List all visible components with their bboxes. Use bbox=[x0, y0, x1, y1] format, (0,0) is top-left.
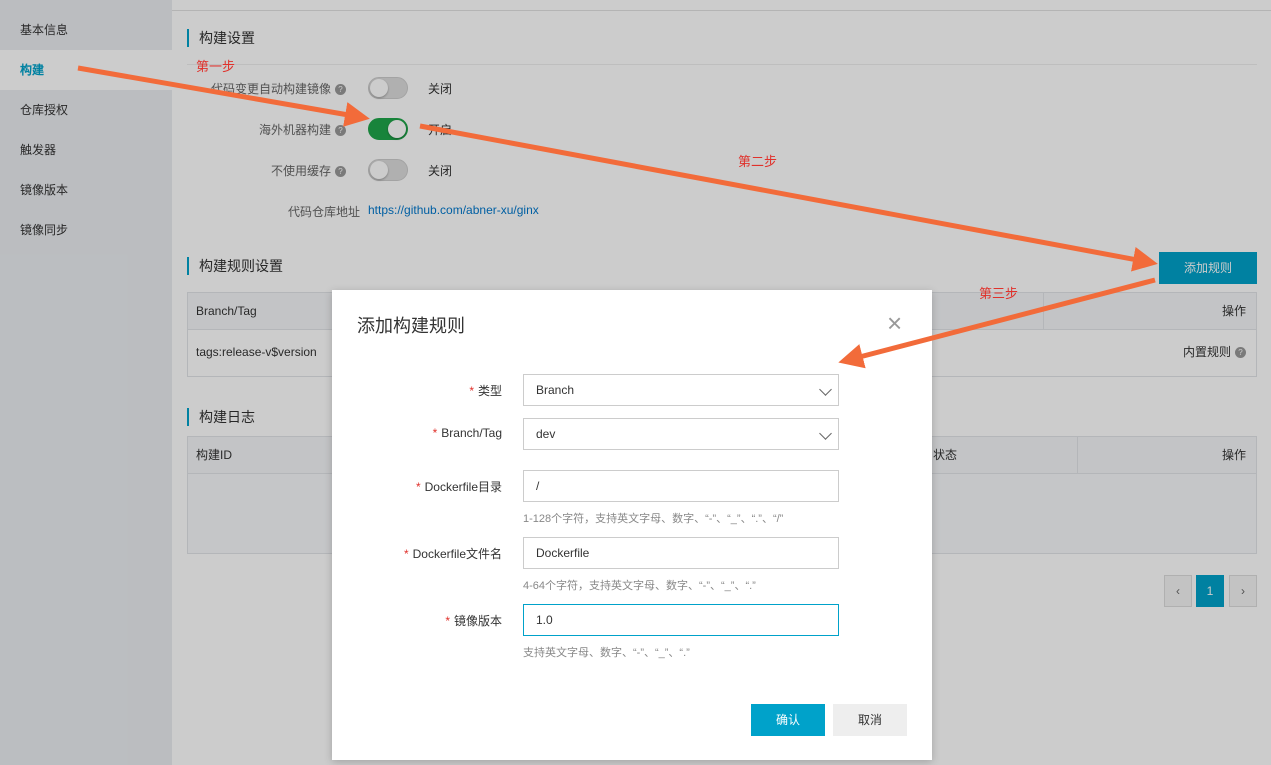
arrow-step1 bbox=[77, 65, 370, 127]
arrow-step2 bbox=[419, 123, 1158, 272]
annotation-step1: 第一步 bbox=[196, 59, 236, 74]
annotation-step3: 第三步 bbox=[979, 286, 1019, 301]
annotation-step2: 第二步 bbox=[738, 154, 778, 169]
annotation-arrows bbox=[77, 65, 1158, 369]
